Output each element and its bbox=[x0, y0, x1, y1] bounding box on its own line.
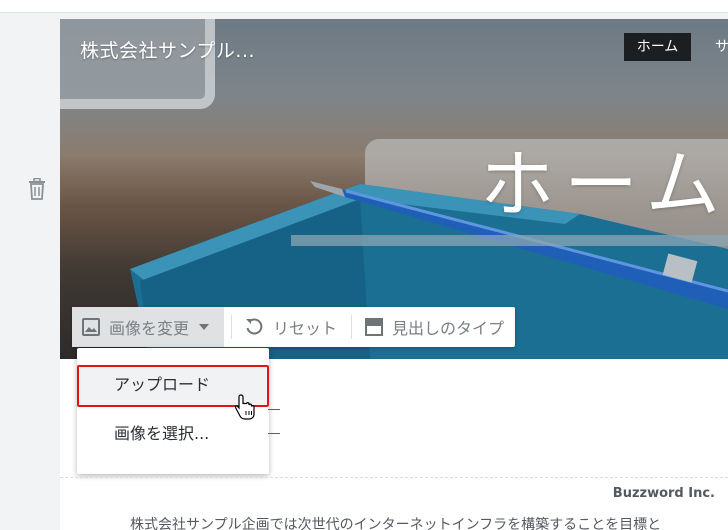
reset-button[interactable]: リセット bbox=[238, 307, 346, 347]
section-divider bbox=[60, 477, 728, 478]
company-name: Buzzword Inc. bbox=[612, 486, 715, 501]
header-image[interactable]: 株式会社サンプル... ホーム サ ホーム 画像を変更 リセット 見出しのタイプ bbox=[60, 19, 728, 359]
heading-type-button[interactable]: 見出しのタイプ bbox=[357, 307, 512, 347]
nav-item-next[interactable]: サ bbox=[715, 33, 728, 61]
chevron-down-icon bbox=[199, 324, 210, 330]
heading-fragment bbox=[268, 409, 280, 410]
header-image-toolbar: 画像を変更 リセット 見出しのタイプ bbox=[72, 307, 515, 347]
page-preview: 株式会社サンプル... ホーム サ ホーム 画像を変更 リセット 見出しのタイプ… bbox=[60, 19, 728, 530]
heading-fragment bbox=[268, 433, 280, 434]
reset-icon bbox=[246, 318, 263, 335]
toolbar-divider bbox=[231, 315, 232, 339]
trash-icon[interactable] bbox=[27, 178, 47, 200]
hand-pointer-icon bbox=[235, 394, 255, 420]
left-gutter bbox=[0, 13, 60, 530]
top-bar bbox=[0, 0, 728, 13]
toolbar-divider bbox=[351, 315, 352, 339]
change-image-label: 画像を変更 bbox=[109, 319, 190, 338]
change-image-button[interactable]: 画像を変更 bbox=[72, 307, 224, 347]
menu-item-select-image[interactable]: 画像を選択... bbox=[77, 414, 269, 454]
image-icon bbox=[82, 318, 100, 336]
title-underline bbox=[291, 235, 728, 246]
intro-text: 株式会社サンプル企画では次世代のインターネットインフラを構築することを目標と bbox=[130, 517, 662, 530]
heading-type-label: 見出しのタイプ bbox=[392, 319, 505, 338]
reset-label: リセット bbox=[273, 319, 338, 338]
page-title[interactable]: ホーム bbox=[480, 143, 728, 227]
nav-item-home[interactable]: ホーム bbox=[624, 33, 691, 61]
heading-type-icon bbox=[365, 318, 383, 336]
site-title[interactable]: 株式会社サンプル... bbox=[80, 36, 255, 63]
